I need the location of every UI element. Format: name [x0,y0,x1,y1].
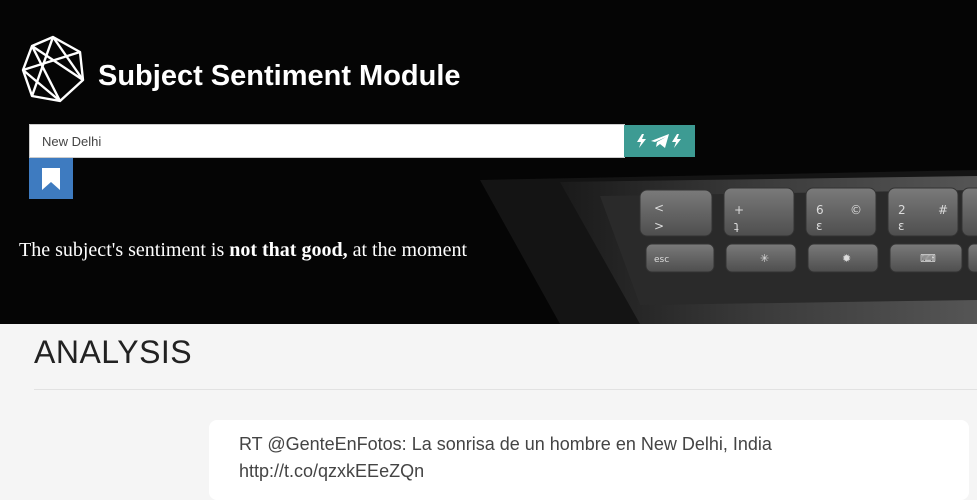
tweet-link[interactable]: http://t.co/qzxkEEeZQn [239,458,939,485]
key-label: ɛ [816,219,823,233]
key-label: 6 [816,203,824,217]
key-label: + [734,203,744,217]
tweet-card: RT @GenteEnFotos: La sonrisa de un hombr… [209,420,969,500]
key-label: ⌨ [920,252,936,265]
subject-search-input[interactable] [29,124,625,158]
key-label: esc [654,255,669,265]
key-label: > [654,219,664,233]
sentiment-suffix: at the moment [352,239,468,261]
sentiment-statement: The subject's sentiment is not that good… [19,239,467,262]
key-label: ✳ [760,252,769,265]
sentiment-prefix: The subject's sentiment is [19,239,225,261]
key-label: # [938,203,948,217]
analysis-heading: ANALYSIS [34,334,193,370]
analyze-button[interactable] [624,125,695,157]
hero-banner: < > + ʇ 6 ɛ © 2 ɛ # esc ✳ ✹ ⌨ Subject Se… [0,0,977,324]
key-label: ʇ [734,219,739,233]
key-label: ✹ [842,252,851,265]
app-title: Subject Sentiment Module [98,60,461,92]
tweet-text-line: RT @GenteEnFotos: La sonrisa de un hombr… [239,434,772,454]
bookmark-icon [42,167,60,190]
key-label: ɛ [898,219,905,233]
key-label: © [850,203,862,217]
polyhedron-logo-icon [21,35,85,103]
bookmark-button[interactable] [29,158,73,199]
key-label: < [654,201,664,215]
laptop-keyboard-background: < > + ʇ 6 ɛ © 2 ɛ # esc ✳ ✹ ⌨ [480,170,977,324]
key-label: 2 [898,203,906,217]
sentiment-verdict: not that good, [229,239,348,261]
section-divider [34,389,977,390]
bolt-send-bolt-icon [636,134,681,148]
